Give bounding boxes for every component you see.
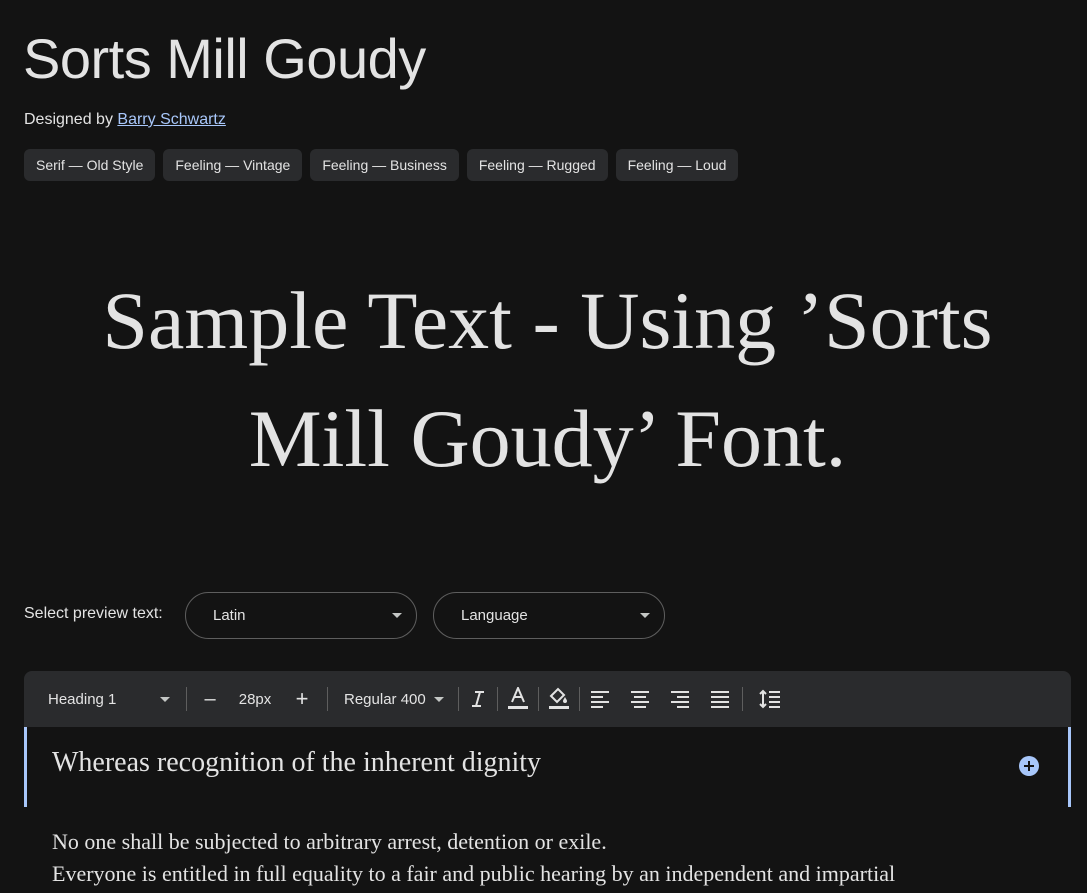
line-height-button[interactable]	[743, 679, 797, 719]
preview-text-label: Select preview text:	[24, 605, 163, 622]
language-select-value: Language	[461, 607, 528, 624]
highlight-color-button[interactable]	[539, 679, 579, 719]
tag-feeling-vintage[interactable]: Feeling — Vintage	[163, 149, 303, 181]
classification-tags: Serif — Old Style Feeling — Vintage Feel…	[24, 149, 739, 181]
sample-line-1: Sample Text - Using ’Sorts	[102, 275, 993, 366]
designed-by-label: Designed by	[24, 111, 113, 128]
highlight-fill-icon	[548, 687, 569, 709]
increase-size-button[interactable]: +	[277, 679, 327, 719]
align-right-icon	[670, 691, 689, 708]
sample-text-preview[interactable]: Sample Text - Using ’Sorts Mill Goudy’ F…	[40, 262, 1055, 498]
editor-toolbar: Heading 1 – 28px + Regular 400	[24, 671, 1071, 727]
font-weight-select[interactable]: Regular 400	[328, 691, 458, 708]
script-select-value: Latin	[213, 607, 246, 624]
chevron-down-icon	[640, 613, 650, 618]
editor-body-block[interactable]: No one shall be subjected to arbitrary a…	[52, 826, 1062, 890]
align-justify-icon	[710, 691, 729, 708]
text-color-icon	[507, 687, 528, 709]
language-select[interactable]: Language	[433, 592, 665, 639]
text-style-value: Heading 1	[48, 690, 117, 708]
plus-icon: +	[295, 686, 309, 711]
align-left-button[interactable]	[580, 679, 620, 719]
align-right-button[interactable]	[660, 679, 700, 719]
italic-icon	[471, 691, 484, 707]
script-select[interactable]: Latin	[185, 592, 417, 639]
italic-button[interactable]	[459, 679, 497, 719]
text-color-button[interactable]	[498, 679, 538, 719]
page-title: Sorts Mill Goudy	[23, 27, 426, 90]
align-center-button[interactable]	[620, 679, 660, 719]
align-center-icon	[630, 691, 649, 708]
font-size-value[interactable]: 28px	[233, 691, 277, 708]
tag-feeling-rugged[interactable]: Feeling — Rugged	[466, 149, 608, 181]
body-line: Everyone is entitled in full equality to…	[52, 861, 896, 886]
line-height-icon	[759, 689, 780, 709]
add-circle-icon	[1024, 761, 1034, 771]
font-specimen-page: Sorts Mill Goudy Designed by Barry Schwa…	[0, 0, 1087, 893]
align-justify-button[interactable]	[700, 679, 740, 719]
add-block-button[interactable]	[1019, 756, 1039, 776]
editor-heading-text[interactable]: Whereas recognition of the inherent dign…	[52, 747, 541, 779]
tag-feeling-business[interactable]: Feeling — Business	[310, 149, 459, 181]
minus-icon: –	[204, 687, 216, 710]
sample-line-2: Mill Goudy’ Font.	[248, 393, 847, 484]
chevron-down-icon	[392, 613, 402, 618]
align-left-icon	[590, 691, 609, 708]
decrease-size-button[interactable]: –	[187, 679, 233, 719]
designer-link[interactable]: Barry Schwartz	[117, 111, 225, 128]
editor-heading-block[interactable]: Whereas recognition of the inherent dign…	[24, 727, 1071, 807]
body-line: No one shall be subjected to arbitrary a…	[52, 829, 607, 854]
text-style-select[interactable]: Heading 1	[24, 691, 170, 708]
font-weight-value: Regular 400	[344, 690, 426, 708]
tag-feeling-loud[interactable]: Feeling — Loud	[615, 149, 739, 181]
chevron-down-icon	[160, 696, 170, 702]
tag-serif-old-style[interactable]: Serif — Old Style	[24, 149, 156, 181]
designer-line: Designed by Barry Schwartz	[24, 111, 226, 129]
chevron-down-icon	[433, 696, 444, 702]
